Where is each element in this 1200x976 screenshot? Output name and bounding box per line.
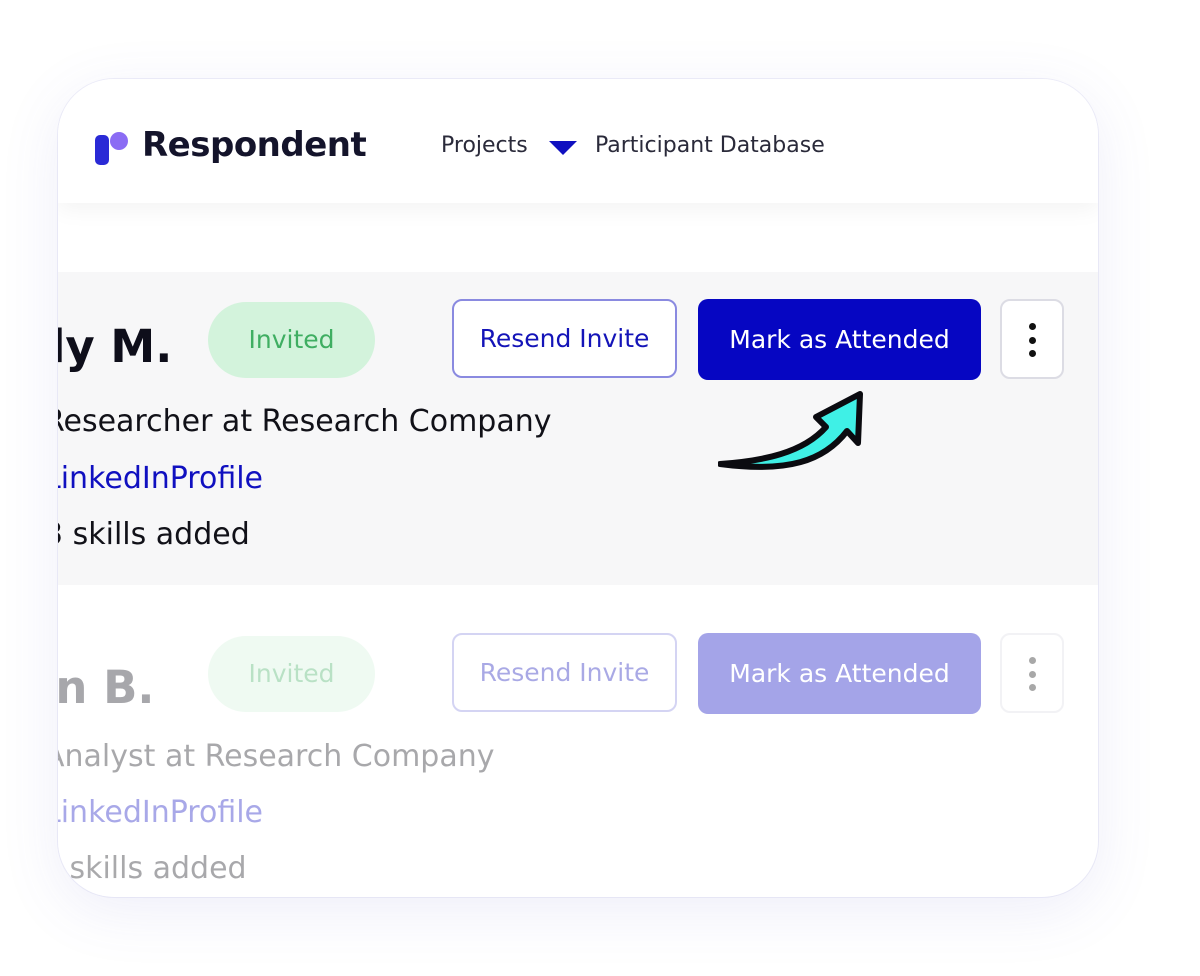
participant-role: Analyst at Research Company <box>58 739 495 774</box>
chevron-down-icon[interactable] <box>549 141 577 155</box>
skills-count: ? skills added <box>58 851 247 886</box>
participant-role: Researcher at Research Company <box>58 404 552 439</box>
more-options-button[interactable] <box>1000 633 1064 713</box>
mark-as-attended-button[interactable]: Mark as Attended <box>698 299 981 380</box>
resend-invite-button[interactable]: Resend Invite <box>452 299 677 378</box>
nav-projects-link[interactable]: Projects <box>441 133 528 158</box>
top-nav-bar: Respondent Projects Participant Database <box>58 79 1098 203</box>
skills-count: 3 skills added <box>58 517 250 552</box>
nav-participant-database-link[interactable]: Participant Database <box>595 133 825 158</box>
linkedin-profile-link[interactable]: LinkedInProfile <box>58 795 263 830</box>
screenshot-stage: Respondent Projects Participant Database… <box>0 0 1200 976</box>
participant-name: ly M. <box>58 320 173 373</box>
mark-as-attended-button[interactable]: Mark as Attended <box>698 633 981 714</box>
status-badge: Invited <box>208 302 375 378</box>
app-card: Respondent Projects Participant Database… <box>58 79 1098 897</box>
status-badge: Invited <box>208 636 375 712</box>
curved-arrow-icon <box>718 391 863 470</box>
resend-invite-button[interactable]: Resend Invite <box>452 633 677 712</box>
brand-name[interactable]: Respondent <box>142 125 367 165</box>
more-options-button[interactable] <box>1000 299 1064 379</box>
participant-name: ın B. <box>58 661 155 714</box>
vertical-ellipsis-icon <box>1029 323 1036 357</box>
participant-row: ly M. Invited Resend Invite Mark as Atte… <box>58 272 1098 585</box>
respondent-logo-icon[interactable] <box>95 131 130 166</box>
linkedin-profile-link[interactable]: LinkedInProfile <box>58 461 263 496</box>
vertical-ellipsis-icon <box>1029 657 1036 691</box>
participant-row: ın B. Invited Resend Invite Mark as Atte… <box>58 609 1098 897</box>
